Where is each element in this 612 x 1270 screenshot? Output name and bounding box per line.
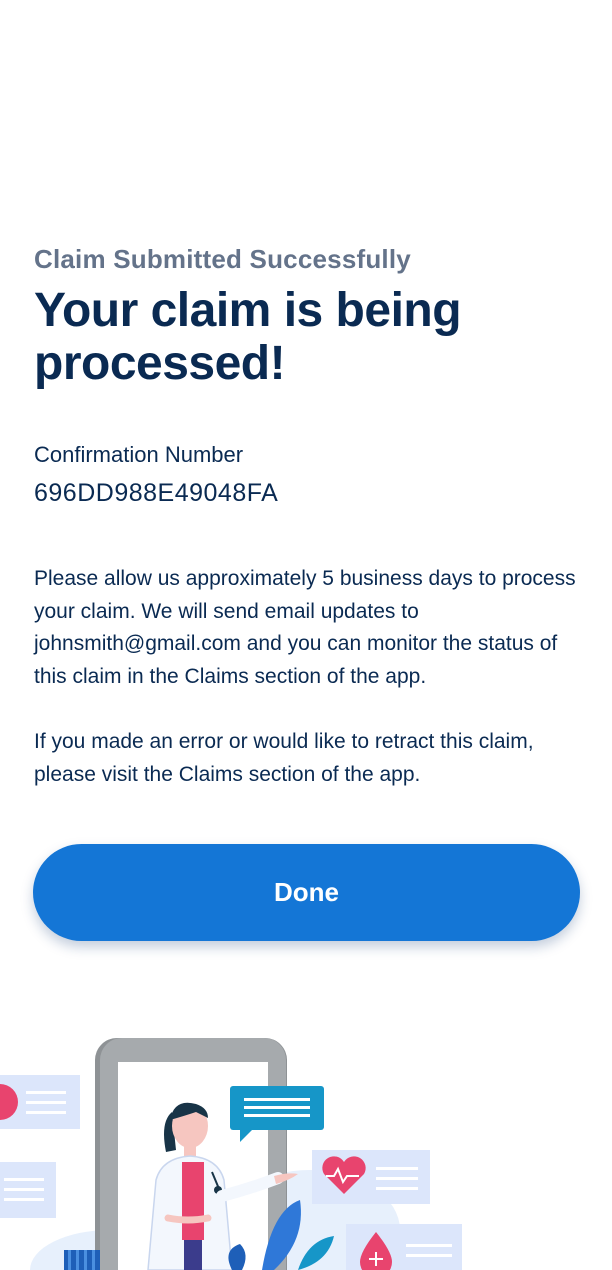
status-subtitle: Claim Submitted Successfully <box>34 244 411 274</box>
doctor-on-phone-illustration <box>0 1038 462 1270</box>
caduceus-card <box>0 1075 80 1129</box>
blood-drop-card <box>346 1224 462 1270</box>
retract-info-text: If you made an error or would like to re… <box>34 730 534 786</box>
heart-pulse-card <box>312 1150 430 1204</box>
confirmation-number: 696DD988E49048FA <box>34 479 279 507</box>
striped-box <box>64 1250 100 1270</box>
done-button[interactable]: Done <box>33 844 580 941</box>
confirmation-label: Confirmation Number <box>34 442 244 467</box>
processing-info-text: Please allow us approximately 5 business… <box>34 567 576 688</box>
claim-confirmation-screen: Claim Submitted Successfully Your claim … <box>0 0 612 1270</box>
info-card-left <box>0 1162 56 1218</box>
page-title: Your claim is being processed! <box>34 284 462 390</box>
